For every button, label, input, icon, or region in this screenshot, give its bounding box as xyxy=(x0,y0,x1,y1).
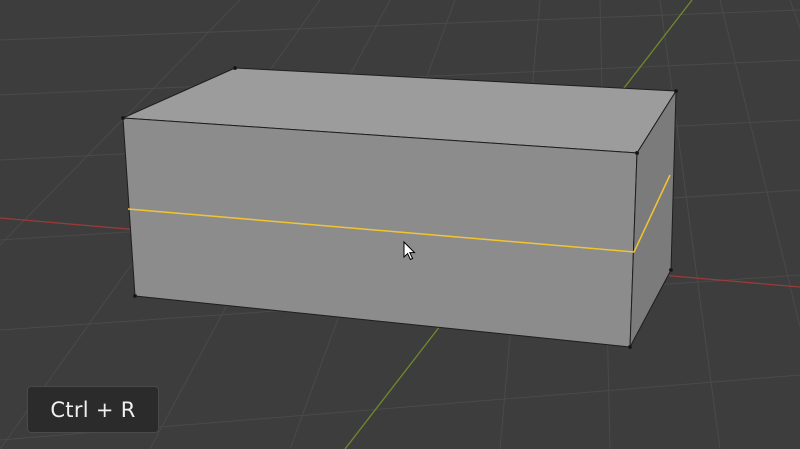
vertex[interactable] xyxy=(133,294,137,298)
vertex[interactable] xyxy=(635,151,639,155)
vertex[interactable] xyxy=(674,89,678,93)
viewport-scene[interactable] xyxy=(0,0,800,449)
keyboard-shortcut-overlay: Ctrl + R xyxy=(27,386,159,433)
vertex[interactable] xyxy=(669,268,673,272)
vertex[interactable] xyxy=(121,116,125,120)
3d-viewport[interactable]: Ctrl + R xyxy=(0,0,800,449)
cube-front-face[interactable] xyxy=(122,117,638,348)
shortcut-label: Ctrl + R xyxy=(50,397,136,422)
cube-mesh[interactable] xyxy=(121,66,678,349)
vertex[interactable] xyxy=(628,345,632,349)
vertex[interactable] xyxy=(233,66,237,70)
